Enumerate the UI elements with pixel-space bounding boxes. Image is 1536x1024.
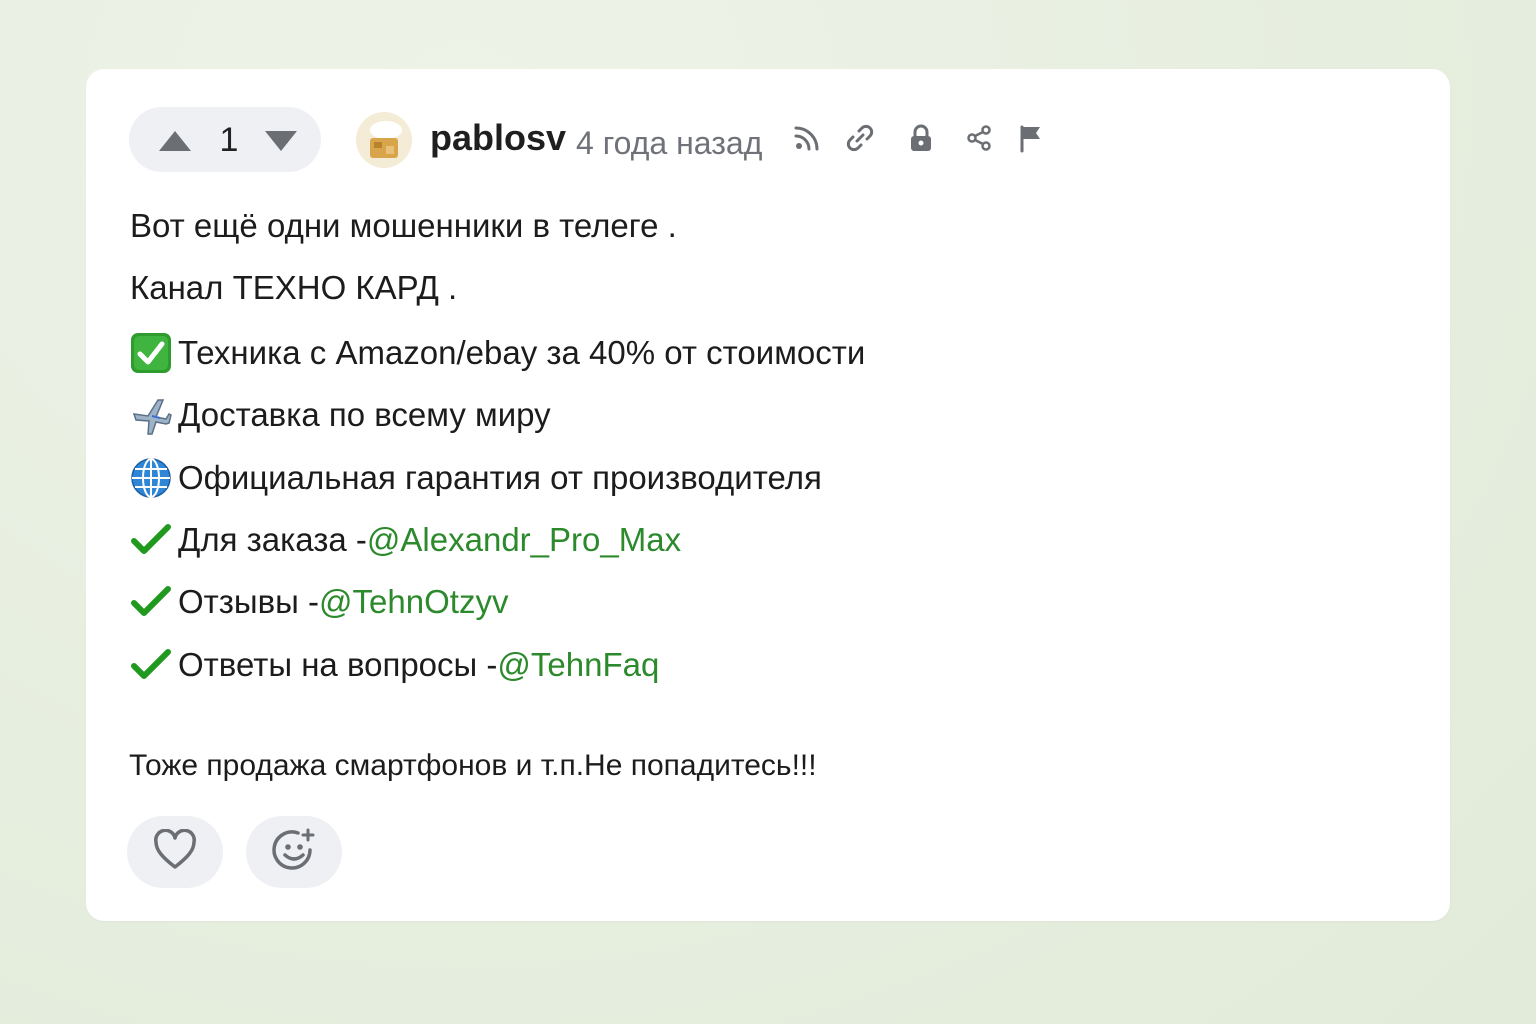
comment-line: Канал ТЕХНО КАРД . [130,269,458,306]
airplane-icon [130,394,172,436]
comment-line: Официальная гарантия от производителя [130,457,822,499]
comment-line: Техника с Amazon/ebay за 40% от стоимост… [130,332,865,374]
mention-link[interactable]: @TehnOtzyv [319,583,508,621]
vote-count: 1 [219,121,239,159]
comment-timestamp[interactable]: 4 года назад [576,125,762,162]
lock-icon[interactable] [904,121,938,155]
mention-link[interactable]: @Alexandr_Pro_Max [367,521,681,559]
comment-card: 1 pablosv 4 года назад Вот ещё одни моше… [86,69,1450,921]
vote-widget: 1 [129,107,321,172]
rss-icon[interactable] [790,121,824,155]
comment-line: Ответы на вопросы - @TehnFaq [130,644,659,686]
mention-link[interactable]: @TehnFaq [497,646,659,684]
comment-line: Доставка по всему миру [130,394,551,436]
check-mark-icon [130,581,172,623]
globe-icon [130,457,172,499]
share-icon[interactable] [962,121,996,155]
check-mark-icon [130,519,172,561]
comment-note: Тоже продажа смартфонов и т.п.Не попадит… [129,749,817,782]
upvote-button[interactable] [157,129,193,158]
comment-line: Вот ещё одни мошенники в телеге . [130,207,677,244]
add-reaction-button[interactable] [246,816,342,888]
check-mark-icon [130,644,172,686]
author-username[interactable]: pablosv [430,117,566,159]
heart-icon [152,828,198,876]
like-button[interactable] [127,816,223,888]
flag-icon[interactable] [1014,121,1048,155]
downvote-button[interactable] [263,129,299,158]
comment-line: Отзывы - @TehnOtzyv [130,581,508,623]
comment-line: Для заказа - @Alexandr_Pro_Max [130,519,681,561]
green-check-box-icon [130,332,172,374]
add-reaction-icon [270,826,318,879]
avatar[interactable] [356,112,412,168]
link-icon[interactable] [843,121,877,155]
